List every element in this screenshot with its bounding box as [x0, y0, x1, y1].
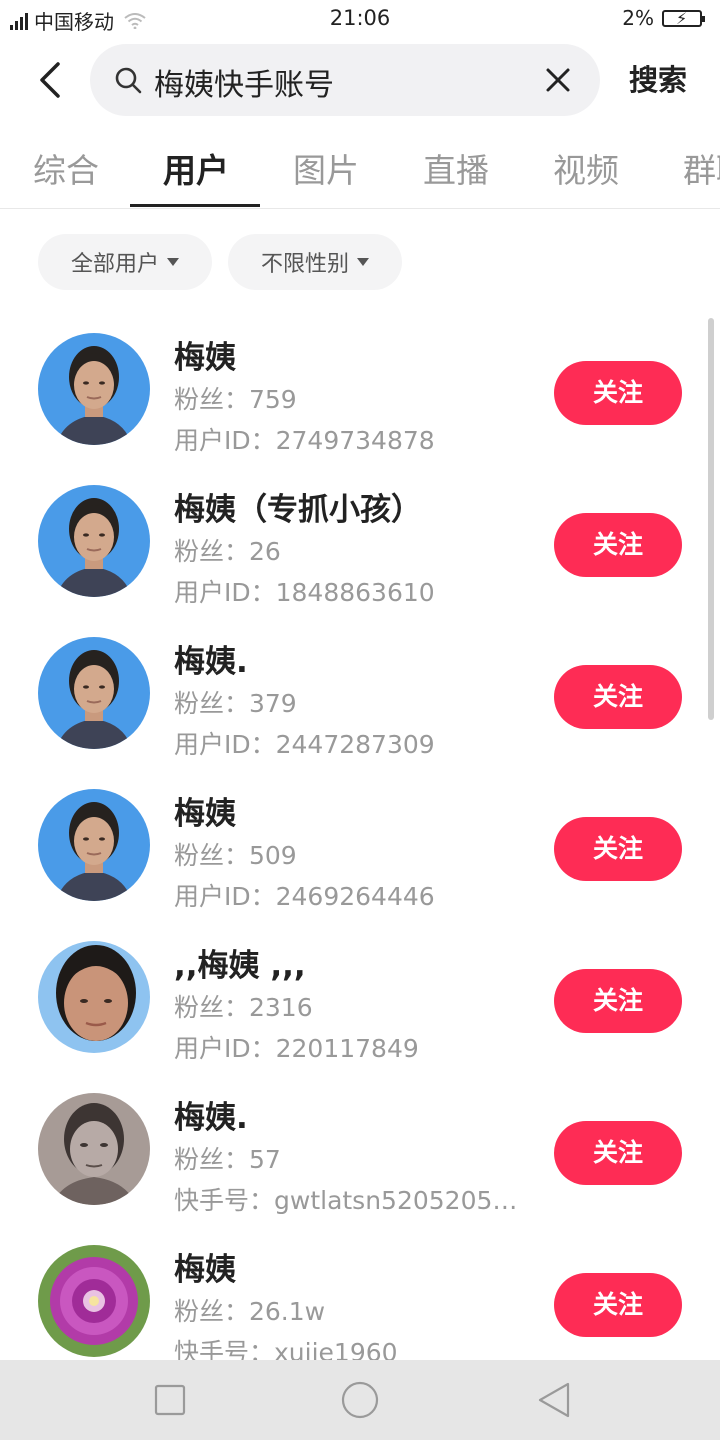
portrait-avatar-icon: [38, 789, 150, 901]
user-name: 梅姨: [174, 796, 236, 832]
tab-general[interactable]: 综合: [33, 144, 99, 192]
avatar[interactable]: [38, 333, 150, 445]
caret-down-icon: [357, 258, 369, 266]
user-id: 快手号：xuiie1960: [174, 1338, 398, 1360]
user-id: 用户ID：2469264446: [174, 882, 435, 911]
portrait-avatar-icon: [38, 485, 150, 597]
search-input[interactable]: 梅姨快手账号: [90, 44, 600, 116]
flower-avatar-icon: [38, 1245, 150, 1357]
user-row[interactable]: ,,梅姨 ,,, 粉丝：2316 用户ID：220117849 关注: [0, 918, 720, 1070]
avatar[interactable]: [38, 637, 150, 749]
tab-live[interactable]: 直播: [423, 144, 489, 192]
home-circle-icon[interactable]: [340, 1380, 380, 1420]
sketch-avatar-icon: [38, 1093, 150, 1205]
follow-button[interactable]: 关注: [554, 665, 682, 729]
back-button[interactable]: [30, 58, 70, 102]
status-time: 21:06: [329, 6, 391, 30]
user-row[interactable]: 梅姨 粉丝：509 用户ID：2469264446 关注: [0, 766, 720, 918]
filter-gender[interactable]: 不限性别: [228, 234, 402, 290]
user-id: 用户ID：220117849: [174, 1034, 419, 1063]
tab-images[interactable]: 图片: [293, 144, 359, 192]
avatar[interactable]: [38, 1245, 150, 1357]
user-id: 用户ID：2447287309: [174, 730, 435, 759]
search-icon: [115, 67, 142, 94]
user-row[interactable]: 梅姨 粉丝：759 用户ID：2749734878 关注: [0, 310, 720, 462]
status-bar: 中国移动 21:06 2% ⚡: [0, 0, 720, 38]
system-nav-bar: [0, 1360, 720, 1440]
search-button[interactable]: 搜索: [618, 58, 698, 102]
user-row[interactable]: 梅姨 粉丝：26.1w 快手号：xuiie1960 关注: [0, 1222, 720, 1360]
user-fans: 粉丝：57: [174, 1145, 281, 1174]
battery-icon: ⚡: [662, 9, 705, 28]
follow-button[interactable]: 关注: [554, 969, 682, 1033]
avatar[interactable]: [38, 485, 150, 597]
avatar[interactable]: [38, 1093, 150, 1205]
search-header: 梅姨快手账号 搜索: [0, 40, 720, 120]
back-arrow-icon: [40, 62, 60, 98]
user-name: 梅姨: [174, 1252, 236, 1288]
back-triangle-icon[interactable]: [534, 1380, 574, 1420]
tab-users[interactable]: 用户: [163, 144, 229, 192]
filter-user-type[interactable]: 全部用户: [38, 234, 212, 290]
status-right: 2% ⚡: [622, 6, 705, 30]
user-row[interactable]: 梅姨. 粉丝：57 快手号：gwtlatsn52052052… 关注: [0, 1070, 720, 1222]
close-icon[interactable]: [542, 64, 574, 96]
user-fans: 粉丝：26: [174, 537, 281, 566]
user-fans: 粉丝：26.1w: [174, 1297, 326, 1326]
recents-square-icon[interactable]: [150, 1380, 190, 1420]
user-name: 梅姨.: [174, 1100, 248, 1136]
search-query-text: 梅姨快手账号: [154, 68, 334, 103]
tab-videos[interactable]: 视频: [553, 144, 619, 192]
tab-groups[interactable]: 群聊: [683, 144, 720, 192]
user-fans: 粉丝：509: [174, 841, 297, 870]
follow-button[interactable]: 关注: [554, 817, 682, 881]
tab-bar: 综合 用户 图片 直播 视频 群聊: [0, 130, 720, 209]
user-fans: 粉丝：759: [174, 385, 297, 414]
user-name: ,,梅姨 ,,,: [174, 948, 306, 984]
caret-down-icon: [167, 258, 179, 266]
avatar[interactable]: [38, 941, 150, 1053]
filter-user-type-label: 全部用户: [70, 252, 159, 277]
avatar[interactable]: [38, 789, 150, 901]
user-fans: 粉丝：379: [174, 689, 297, 718]
user-name: 梅姨（专抓小孩）: [174, 492, 422, 528]
user-row[interactable]: 梅姨. 粉丝：379 用户ID：2447287309 关注: [0, 614, 720, 766]
user-list: 梅姨 粉丝：759 用户ID：2749734878 关注 梅姨（专抓小孩） 粉丝…: [0, 310, 720, 1360]
tab-active-indicator: [130, 204, 260, 207]
user-row[interactable]: 梅姨（专抓小孩） 粉丝：26 用户ID：1848863610 关注: [0, 462, 720, 614]
scrollbar[interactable]: [708, 318, 714, 720]
follow-button[interactable]: 关注: [554, 1273, 682, 1337]
follow-button[interactable]: 关注: [554, 1121, 682, 1185]
user-id: 快手号：gwtlatsn52052052…: [174, 1186, 526, 1215]
user-fans: 粉丝：2316: [174, 993, 313, 1022]
user-name: 梅姨: [174, 340, 236, 376]
user-name: 梅姨.: [174, 644, 248, 680]
user-id: 用户ID：2749734878: [174, 426, 435, 455]
portrait-avatar-icon: [38, 637, 150, 749]
filter-gender-label: 不限性别: [260, 252, 349, 277]
follow-button[interactable]: 关注: [554, 513, 682, 577]
portrait-avatar-icon: [38, 941, 150, 1053]
user-id: 用户ID：1848863610: [174, 578, 435, 607]
portrait-avatar-icon: [38, 333, 150, 445]
battery-percent: 2%: [622, 6, 654, 30]
follow-button[interactable]: 关注: [554, 361, 682, 425]
